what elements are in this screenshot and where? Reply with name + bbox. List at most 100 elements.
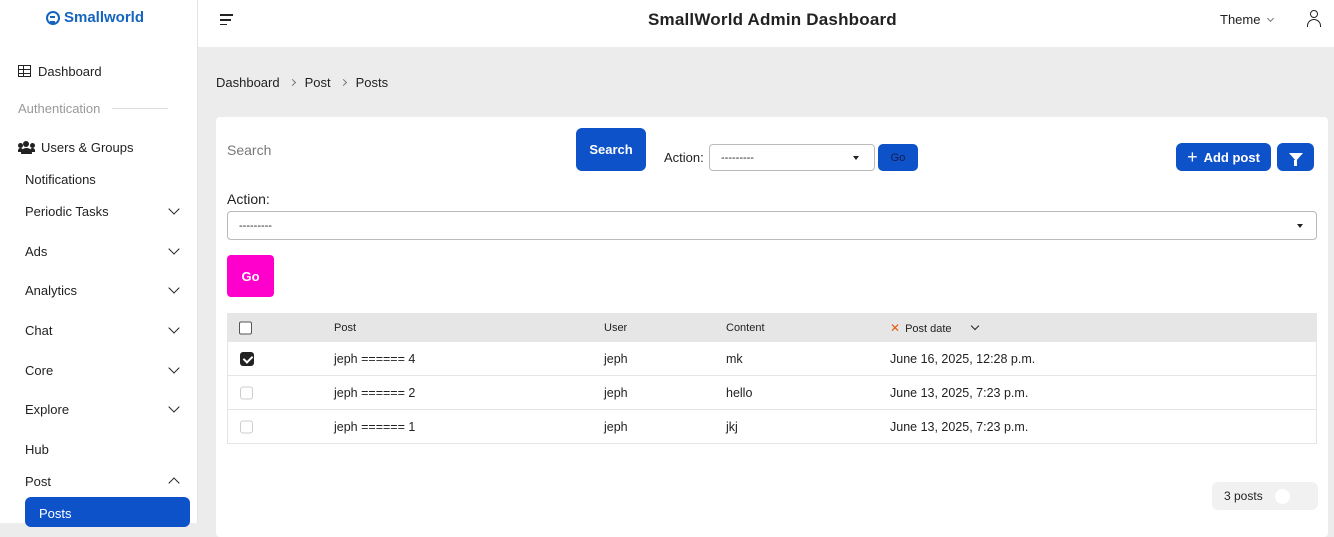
- sidebar-item-notifications[interactable]: Notifications: [25, 169, 180, 189]
- top-bar: SmallWorld Admin Dashboard Theme: [198, 0, 1334, 47]
- sidebar-item-label: Analytics: [25, 282, 78, 298]
- sidebar-item-hub[interactable]: Hub: [25, 439, 180, 459]
- sidebar-item-post[interactable]: Post: [25, 471, 180, 491]
- plus-icon: +: [1187, 147, 1198, 167]
- add-post-label: Add post: [1203, 149, 1260, 165]
- sidebar-item-label: Users & Groups: [41, 139, 134, 155]
- post-link[interactable]: jeph ====== 2: [334, 386, 415, 400]
- chevron-down-icon: [1267, 14, 1275, 22]
- sidebar-item-label: Explore: [25, 401, 70, 417]
- go-button[interactable]: Go: [878, 144, 918, 171]
- sidebar-item-label: Notifications: [25, 171, 96, 187]
- action-label: Action:: [664, 150, 704, 165]
- menu-icon[interactable]: [220, 14, 233, 28]
- breadcrumb-posts: Posts: [355, 75, 389, 90]
- bulk-action-label: Action:: [227, 191, 270, 207]
- sidebar-section-authentication: Authentication: [18, 101, 169, 116]
- bulk-action-value: ---------: [239, 219, 272, 232]
- search-input[interactable]: Search: [227, 142, 271, 158]
- breadcrumb: Dashboard Post Posts: [216, 75, 388, 90]
- column-header-label: Post date: [905, 322, 952, 335]
- column-header-post-date[interactable]: ✕ Post date: [890, 321, 979, 335]
- chevron-down-icon: [168, 322, 180, 334]
- sidebar-item-explore[interactable]: Explore: [25, 399, 180, 419]
- sidebar-item-label: Chat: [25, 322, 53, 338]
- brand-logo[interactable]: Smallworld: [46, 9, 144, 26]
- row-checkbox[interactable]: [240, 420, 253, 433]
- sidebar-item-label: Post: [25, 473, 52, 489]
- select-all-checkbox[interactable]: [239, 321, 252, 334]
- remove-sort-icon[interactable]: ✕: [890, 321, 900, 335]
- sidebar: Smallworld Dashboard Authentication User…: [0, 0, 198, 527]
- user-cell: jeph: [604, 351, 628, 366]
- breadcrumb-dashboard[interactable]: Dashboard: [216, 75, 280, 90]
- chevron-down-icon: [168, 203, 180, 215]
- page-title: SmallWorld Admin Dashboard: [648, 10, 897, 29]
- breadcrumb-post[interactable]: Post: [305, 75, 331, 90]
- results-table: Post User Content ✕ Post date jeph ======…: [227, 313, 1317, 444]
- user-cell: jeph: [604, 419, 628, 434]
- chevron-down-icon: [168, 362, 180, 374]
- content-cell: hello: [726, 385, 753, 400]
- post-link[interactable]: jeph ====== 4: [334, 352, 415, 366]
- action-select-value: ---------: [721, 151, 754, 164]
- sidebar-item-label: Ads: [25, 243, 48, 259]
- date-cell: June 16, 2025, 12:28 p.m.: [890, 351, 1036, 366]
- sidebar-item-dashboard[interactable]: Dashboard: [18, 61, 180, 81]
- sidebar-item-chat[interactable]: Chat: [25, 320, 180, 340]
- column-header-post[interactable]: Post: [334, 322, 356, 334]
- chevron-down-icon[interactable]: [970, 321, 979, 330]
- row-checkbox[interactable]: [240, 386, 253, 399]
- bulk-action-select[interactable]: ---------: [227, 211, 1317, 240]
- action-select[interactable]: ---------: [709, 144, 875, 171]
- sidebar-item-label: Hub: [25, 441, 49, 457]
- sidebar-item-label: Core: [25, 362, 54, 378]
- caret-down-icon: [1297, 223, 1303, 228]
- chevron-up-icon: [168, 477, 180, 489]
- table-row: jeph ====== 2 jeph hello June 13, 2025, …: [227, 376, 1317, 410]
- user-icon[interactable]: [1306, 10, 1322, 28]
- theme-dropdown[interactable]: Theme: [1220, 12, 1275, 27]
- user-cell: jeph: [604, 385, 628, 400]
- filter-icon: [1288, 153, 1303, 166]
- toggle-dot[interactable]: [1274, 488, 1290, 504]
- divider: [112, 108, 169, 109]
- users-icon: [18, 141, 35, 154]
- sidebar-item-periodic-tasks[interactable]: Periodic Tasks: [25, 201, 180, 221]
- chevron-right-icon: [339, 78, 347, 87]
- column-header-user[interactable]: User: [604, 322, 627, 334]
- sidebar-item-users-groups[interactable]: Users & Groups: [18, 137, 180, 157]
- content-cell: mk: [726, 351, 743, 366]
- sidebar-item-label: Periodic Tasks: [25, 203, 109, 219]
- table-row: jeph ====== 4 jeph mk June 16, 2025, 12:…: [227, 342, 1317, 376]
- section-label: Authentication: [18, 101, 101, 116]
- date-cell: June 13, 2025, 7:23 p.m.: [890, 385, 1029, 400]
- sidebar-item-label: Dashboard: [38, 63, 102, 79]
- sidebar-item-core[interactable]: Core: [25, 360, 180, 380]
- post-link[interactable]: jeph ====== 1: [334, 420, 415, 434]
- logo-icon: [46, 10, 60, 25]
- caret-down-icon: [853, 155, 859, 160]
- table-row: jeph ====== 1 jeph jkj June 13, 2025, 7:…: [227, 410, 1317, 444]
- content-cell: jkj: [726, 419, 738, 434]
- sidebar-item-analytics[interactable]: Analytics: [25, 280, 180, 300]
- search-button[interactable]: Search: [576, 128, 646, 171]
- result-count-label: 3 posts: [1224, 489, 1263, 503]
- table-header: Post User Content ✕ Post date: [227, 313, 1317, 342]
- column-header-content[interactable]: Content: [726, 322, 765, 334]
- date-cell: June 13, 2025, 7:23 p.m.: [890, 419, 1029, 434]
- bulk-go-button[interactable]: Go: [227, 255, 274, 297]
- row-checkbox[interactable]: [240, 351, 254, 366]
- chevron-down-icon: [168, 282, 180, 294]
- filter-button[interactable]: [1277, 143, 1314, 171]
- chevron-right-icon: [288, 78, 296, 87]
- sidebar-item-ads[interactable]: Ads: [25, 241, 180, 261]
- changelist-card: Search Search Action: --------- Go + Add…: [216, 117, 1328, 537]
- theme-label: Theme: [1220, 12, 1261, 27]
- chevron-down-icon: [168, 243, 180, 255]
- chevron-down-icon: [168, 401, 180, 413]
- brand-name: Smallworld: [64, 9, 145, 26]
- result-count: 3 posts: [1212, 482, 1318, 510]
- add-post-button[interactable]: + Add post: [1176, 143, 1271, 171]
- table-icon: [18, 65, 31, 77]
